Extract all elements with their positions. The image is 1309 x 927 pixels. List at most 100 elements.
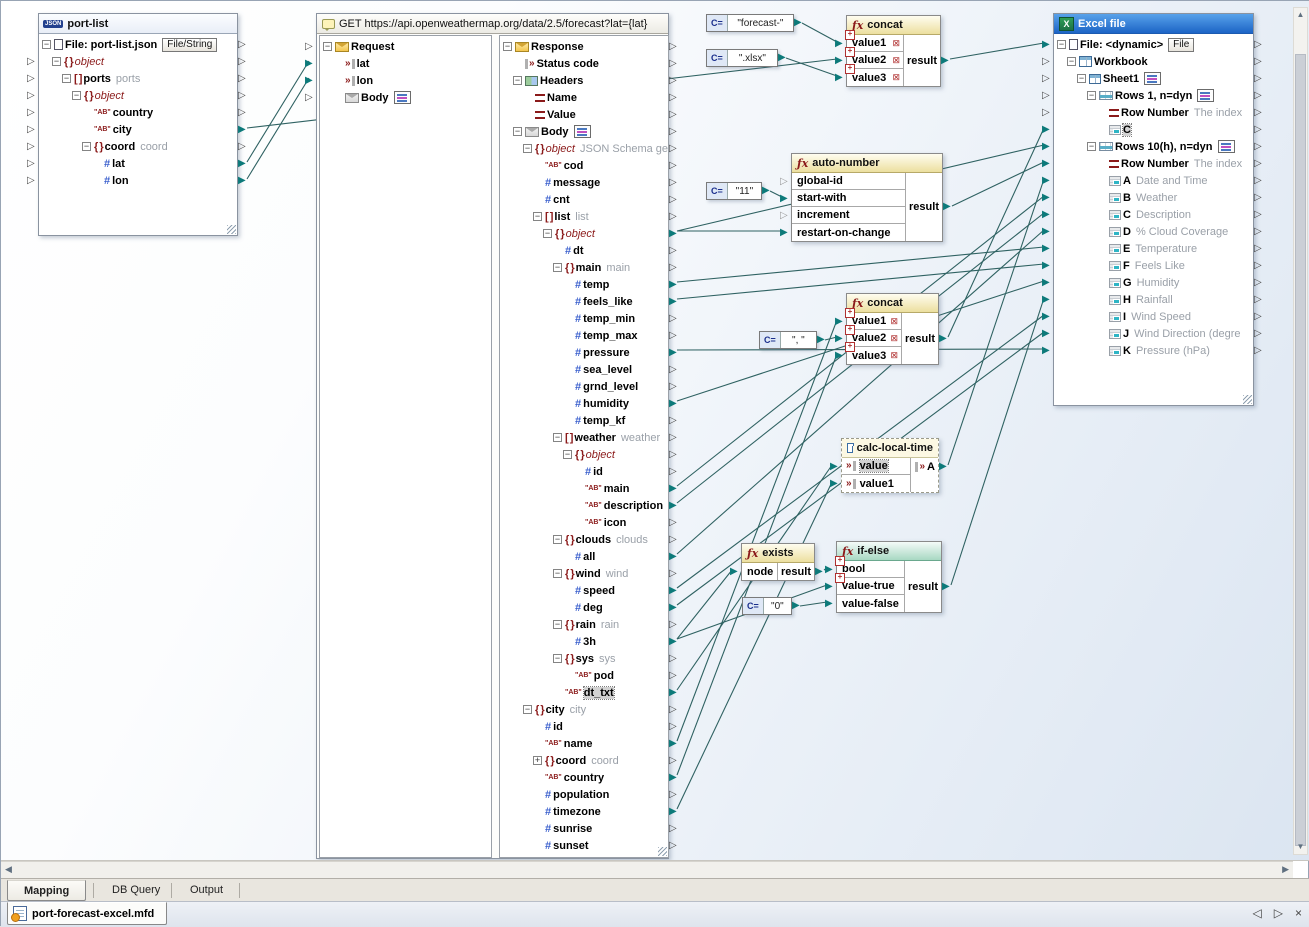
tree-row-request[interactable]: −Request [320, 38, 491, 55]
function-result[interactable]: result [904, 561, 941, 612]
tree-row-population[interactable]: #population [500, 786, 668, 803]
delete-parameter-icon[interactable]: ⊠ [892, 39, 900, 48]
constant-forecast-prefix[interactable]: C="forecast-" [706, 14, 794, 32]
connector[interactable]: ▷ [1042, 107, 1053, 119]
tree-row-weather[interactable]: −[ ]weatherweather [500, 429, 668, 446]
connector-connected[interactable]: ▶ [305, 58, 316, 70]
connector[interactable]: ▷ [669, 313, 680, 325]
tree-row-ports[interactable]: −[ ]portsports [39, 70, 237, 87]
connector[interactable]: ▷ [669, 721, 680, 733]
scroll-left-arrow[interactable]: ◀ [5, 864, 12, 875]
connector[interactable]: ▷ [669, 211, 680, 223]
connector-connected[interactable]: ▶ [669, 398, 680, 410]
tree-row-city[interactable]: −{ }citycity [500, 701, 668, 718]
connector[interactable]: ▷ [669, 840, 680, 852]
constant-xlsx-suffix[interactable]: C=".xlsx" [706, 49, 778, 67]
connector[interactable]: ▷ [669, 330, 680, 342]
collapse-box-icon[interactable]: − [1087, 142, 1096, 151]
connector[interactable]: ▷ [1254, 260, 1265, 272]
tree-row-sunrise[interactable]: #sunrise [500, 820, 668, 837]
tree-row-temp[interactable]: #temp [500, 276, 668, 293]
delete-parameter-icon[interactable]: ⊠ [892, 56, 900, 65]
constant-comma-space[interactable]: C=", " [759, 331, 817, 349]
function-concat[interactable]: ƒx concat value1⊠value2⊠value3⊠ result [846, 293, 939, 365]
connector-connected[interactable]: ▶ [1042, 141, 1053, 153]
connector-connected[interactable]: ▶ [778, 52, 789, 64]
function-header[interactable]: ƒx if-else [837, 542, 941, 561]
function-input-value1[interactable]: »value1 [842, 475, 910, 492]
tree-row-id[interactable]: #id [500, 718, 668, 735]
collapse-box-icon[interactable]: − [323, 42, 332, 51]
connector-connected[interactable]: ▶ [305, 75, 316, 87]
function-input-bool[interactable]: bool [837, 561, 904, 578]
tree-row-g[interactable]: GHumidity [1054, 274, 1253, 291]
tree-row-clouds[interactable]: −{ }cloudsclouds [500, 531, 668, 548]
connector-connected[interactable]: ▶ [825, 581, 836, 593]
connector-connected[interactable]: ▶ [762, 185, 773, 197]
function-result[interactable]: result [901, 313, 938, 364]
connector[interactable]: ▷ [1254, 107, 1265, 119]
connector-connected[interactable]: ▶ [792, 600, 803, 612]
connector[interactable]: ▷ [780, 176, 791, 188]
connector[interactable]: ▷ [669, 262, 680, 274]
tab-output[interactable]: Output [174, 880, 239, 901]
tree-row-deg[interactable]: #deg [500, 599, 668, 616]
tree-row-icon[interactable]: "AB"icon [500, 514, 668, 531]
function-exists[interactable]: ƒx exists node result [741, 543, 815, 581]
constant-11[interactable]: C="11" [706, 182, 762, 200]
connector[interactable]: ▷ [1254, 56, 1265, 68]
connector[interactable]: ▷ [669, 58, 680, 70]
connector[interactable]: ▷ [1042, 90, 1053, 102]
connector[interactable]: ▷ [669, 823, 680, 835]
connector[interactable]: ▷ [305, 41, 316, 53]
connector-connected[interactable]: ▶ [939, 461, 950, 473]
connector[interactable]: ▷ [27, 158, 38, 170]
function-if-else[interactable]: ƒx if-else boolvalue-truevalue-false res… [836, 541, 942, 613]
connector[interactable]: ▷ [1042, 56, 1053, 68]
tab-mapping[interactable]: Mapping [7, 880, 86, 901]
component-web-service[interactable]: GET https://api.openweathermap.org/data/… [316, 13, 669, 859]
connector-connected[interactable]: ▶ [825, 598, 836, 610]
connector-connected[interactable]: ▶ [943, 201, 954, 213]
close-document-button[interactable]: × [1295, 906, 1302, 920]
excel-header[interactable]: X Excel file [1054, 14, 1253, 34]
connector[interactable]: ▷ [669, 568, 680, 580]
tree-row-object[interactable]: −{ }objectJSON Schema ger [500, 140, 668, 157]
function-header[interactable]: ƒx auto-number [792, 154, 942, 173]
delete-parameter-icon[interactable]: ⊠ [890, 351, 898, 360]
connector[interactable]: ▷ [27, 90, 38, 102]
tree-row-lon[interactable]: #lon [39, 172, 237, 189]
connector-connected[interactable]: ▶ [941, 55, 952, 67]
collapse-box-icon[interactable]: − [533, 212, 542, 221]
connector[interactable]: ▷ [669, 245, 680, 257]
file-string-button[interactable]: File/String [162, 38, 217, 52]
connector-connected[interactable]: ▶ [835, 72, 846, 84]
tree-row-lon[interactable]: »lon [320, 72, 491, 89]
connector[interactable]: ▷ [669, 160, 680, 172]
tree-row-grnd-level[interactable]: #grnd_level [500, 378, 668, 395]
tree-row-rows-1-n-dyn[interactable]: −Rows 1, n=dyn [1054, 87, 1253, 104]
connector[interactable]: ▷ [1254, 124, 1265, 136]
connector[interactable]: ▷ [1254, 73, 1265, 85]
resize-grip[interactable] [1243, 395, 1252, 404]
tree-row-b[interactable]: BWeather [1054, 189, 1253, 206]
connector[interactable]: ▷ [1254, 90, 1265, 102]
tree-row-body[interactable]: −Body [500, 123, 668, 140]
connector[interactable]: ▷ [1254, 345, 1265, 357]
tree-row-lat[interactable]: »lat [320, 55, 491, 72]
resize-grip[interactable] [658, 847, 667, 856]
connector[interactable]: ▷ [238, 39, 249, 51]
function-input-value2[interactable]: value2⊠ [847, 330, 901, 347]
tree-row-file-port-list-json[interactable]: −File: port-list.jsonFile/String [39, 36, 237, 53]
connector-connected[interactable]: ▶ [669, 279, 680, 291]
connector[interactable]: ▷ [27, 141, 38, 153]
connector[interactable]: ▷ [669, 109, 680, 121]
connector-connected[interactable]: ▶ [939, 333, 950, 345]
tree-row-body[interactable]: Body [320, 89, 491, 106]
tree-row-pod[interactable]: "AB"pod [500, 667, 668, 684]
connector-connected[interactable]: ▶ [669, 772, 680, 784]
connector-connected[interactable]: ▶ [238, 158, 249, 170]
vertical-scroll-thumb[interactable] [1295, 54, 1306, 846]
tree-row-temp-max[interactable]: #temp_max [500, 327, 668, 344]
tree-row-cnt[interactable]: #cnt [500, 191, 668, 208]
